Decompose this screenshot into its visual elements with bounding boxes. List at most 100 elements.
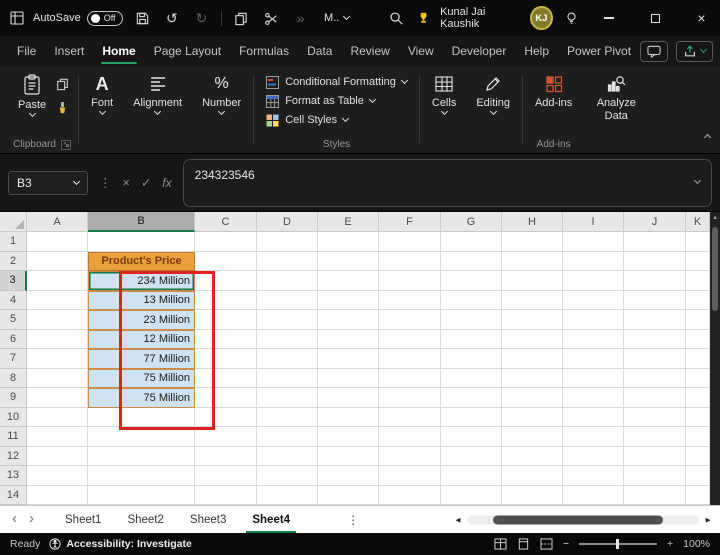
autosave-control[interactable]: AutoSave Off: [33, 11, 123, 26]
cell-A13[interactable]: [27, 466, 88, 486]
cell-A5[interactable]: [27, 310, 88, 330]
cell-I1[interactable]: [563, 232, 624, 252]
cell-A2[interactable]: [27, 252, 88, 272]
cell-D8[interactable]: [257, 369, 318, 389]
cell-I9[interactable]: [563, 388, 624, 408]
page-layout-view-button[interactable]: [517, 538, 530, 550]
cell-J2[interactable]: [624, 252, 686, 272]
cell-I12[interactable]: [563, 447, 624, 467]
cell-A3[interactable]: [27, 271, 88, 291]
zoom-slider[interactable]: [579, 543, 657, 545]
cell-D3[interactable]: [257, 271, 318, 291]
autosave-toggle[interactable]: Off: [87, 11, 123, 26]
cell-A4[interactable]: [27, 291, 88, 311]
minimize-button[interactable]: [591, 0, 628, 36]
cell-H12[interactable]: [502, 447, 563, 467]
cell-B1[interactable]: [88, 232, 195, 252]
editing-menu-button[interactable]: Editing: [473, 72, 513, 116]
cell-I7[interactable]: [563, 349, 624, 369]
zoom-slider-knob[interactable]: [616, 539, 619, 549]
cell-D13[interactable]: [257, 466, 318, 486]
cut-button[interactable]: [261, 6, 282, 30]
close-button[interactable]: ×: [683, 0, 720, 36]
sheet-tab-sheet2[interactable]: Sheet2: [114, 506, 176, 533]
sheet-options-button[interactable]: ⋮: [347, 513, 359, 527]
lightbulb-icon[interactable]: [562, 6, 582, 30]
cell-A10[interactable]: [27, 408, 88, 428]
addins-button[interactable]: Add-ins: [532, 72, 575, 111]
avatar[interactable]: KJ: [530, 6, 553, 30]
row-header-9[interactable]: 9: [0, 388, 27, 408]
cell-H9[interactable]: [502, 388, 563, 408]
column-header-J[interactable]: J: [624, 212, 686, 232]
row-header-5[interactable]: 5: [0, 310, 27, 330]
cell-E11[interactable]: [318, 427, 379, 447]
cell-F1[interactable]: [379, 232, 441, 252]
cell-D7[interactable]: [257, 349, 318, 369]
cell-E13[interactable]: [318, 466, 379, 486]
cell-B2[interactable]: Product's Price: [88, 252, 195, 272]
cell-K12[interactable]: [686, 447, 710, 467]
cell-D12[interactable]: [257, 447, 318, 467]
formula-input[interactable]: 234323546: [183, 159, 712, 207]
cell-I10[interactable]: [563, 408, 624, 428]
redo-button[interactable]: ↻: [191, 6, 212, 30]
menu-tab-review[interactable]: Review: [341, 36, 398, 66]
cell-H2[interactable]: [502, 252, 563, 272]
cell-H11[interactable]: [502, 427, 563, 447]
row-header-10[interactable]: 10: [0, 408, 27, 428]
previous-sheet-button[interactable]: ‹: [12, 510, 17, 527]
cell-D4[interactable]: [257, 291, 318, 311]
menu-tab-help[interactable]: Help: [515, 36, 558, 66]
column-header-I[interactable]: I: [563, 212, 624, 232]
menu-tab-file[interactable]: File: [8, 36, 45, 66]
cell-A1[interactable]: [27, 232, 88, 252]
row-header-8[interactable]: 8: [0, 369, 27, 389]
cell-E14[interactable]: [318, 486, 379, 506]
cell-E5[interactable]: [318, 310, 379, 330]
next-sheet-button[interactable]: ›: [29, 510, 34, 527]
cell-K8[interactable]: [686, 369, 710, 389]
cell-H5[interactable]: [502, 310, 563, 330]
cell-D6[interactable]: [257, 330, 318, 350]
cell-H10[interactable]: [502, 408, 563, 428]
comments-button[interactable]: [640, 41, 668, 62]
cell-B13[interactable]: [88, 466, 195, 486]
confirm-entry-button[interactable]: ✓: [141, 175, 151, 190]
cell-K2[interactable]: [686, 252, 710, 272]
cell-F4[interactable]: [379, 291, 441, 311]
column-header-F[interactable]: F: [379, 212, 441, 232]
cell-E12[interactable]: [318, 447, 379, 467]
cell-E4[interactable]: [318, 291, 379, 311]
row-header-3[interactable]: 3: [0, 271, 27, 291]
cell-H13[interactable]: [502, 466, 563, 486]
cell-J11[interactable]: [624, 427, 686, 447]
cell-E8[interactable]: [318, 369, 379, 389]
cell-H7[interactable]: [502, 349, 563, 369]
cell-D5[interactable]: [257, 310, 318, 330]
cell-F2[interactable]: [379, 252, 441, 272]
cell-K9[interactable]: [686, 388, 710, 408]
menu-tab-power-pivot[interactable]: Power Pivot: [558, 36, 640, 66]
cell-B12[interactable]: [88, 447, 195, 467]
cell-K14[interactable]: [686, 486, 710, 506]
search-icon[interactable]: [386, 6, 407, 30]
horizontal-scroll-thumb[interactable]: [493, 515, 663, 524]
cell-G5[interactable]: [441, 310, 502, 330]
sheet-tab-sheet1[interactable]: Sheet1: [52, 506, 114, 533]
cell-C2[interactable]: [195, 252, 257, 272]
scroll-up-icon[interactable]: ▲: [712, 214, 718, 222]
cell-C12[interactable]: [195, 447, 257, 467]
cell-H8[interactable]: [502, 369, 563, 389]
cell-A7[interactable]: [27, 349, 88, 369]
cell-K5[interactable]: [686, 310, 710, 330]
row-header-13[interactable]: 13: [0, 466, 27, 486]
column-header-K[interactable]: K: [686, 212, 710, 232]
cell-J6[interactable]: [624, 330, 686, 350]
conditional-formatting-button[interactable]: Conditional Formatting: [264, 74, 409, 90]
sheet-tab-sheet4[interactable]: Sheet4: [239, 506, 303, 533]
menu-tab-formulas[interactable]: Formulas: [230, 36, 298, 66]
cell-I4[interactable]: [563, 291, 624, 311]
column-header-B[interactable]: B: [88, 212, 195, 232]
zoom-out-button[interactable]: −: [563, 538, 569, 550]
